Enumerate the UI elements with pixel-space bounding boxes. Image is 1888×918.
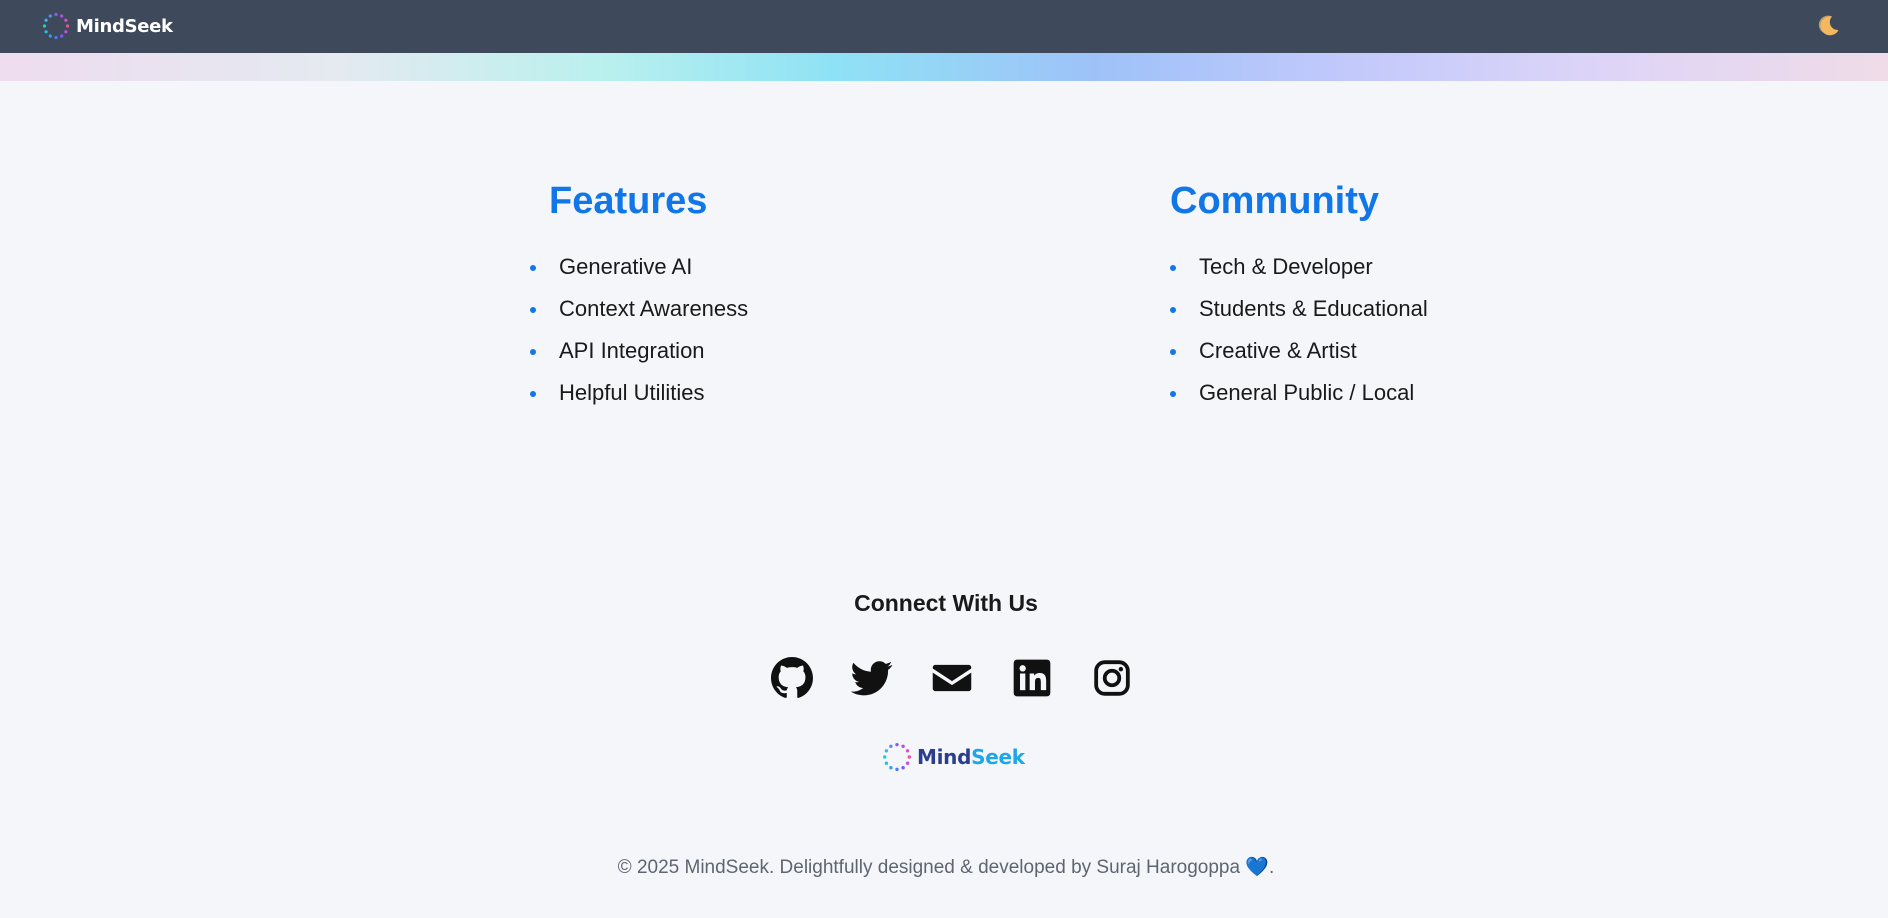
list-item: Generative AI: [530, 246, 748, 288]
list-item: Students & Educational: [1170, 288, 1428, 330]
social-links: [771, 657, 1133, 699]
mindseek-logo-icon: [882, 742, 912, 772]
list-item: Helpful Utilities: [530, 372, 748, 414]
community-section: Community Tech & Developer Students & Ed…: [1170, 178, 1428, 414]
linkedin-link[interactable]: [1011, 657, 1053, 699]
email-link[interactable]: [931, 657, 973, 699]
instagram-link[interactable]: [1091, 657, 1133, 699]
github-icon: [771, 657, 813, 698]
list-item: Creative & Artist: [1170, 330, 1428, 372]
list-item: Tech & Developer: [1170, 246, 1428, 288]
features-list: Generative AI Context Awareness API Inte…: [530, 246, 748, 414]
footer-logo: MindSeek: [882, 742, 1025, 772]
moon-icon: [1818, 15, 1839, 36]
header-gradient-banner: [0, 53, 1888, 81]
connect-heading: Connect With Us: [854, 590, 1038, 616]
features-section: Features Generative AI Context Awareness…: [530, 178, 748, 414]
community-list: Tech & Developer Students & Educational …: [1170, 246, 1428, 414]
copyright-label: © 2025 MindSeek. Delightfully designed &…: [617, 857, 1241, 878]
linkedin-icon: [1013, 659, 1051, 697]
instagram-icon: [1094, 660, 1130, 696]
brand-logo[interactable]: MindSeek: [42, 12, 173, 40]
twitter-icon: [851, 661, 893, 696]
footer-logo-text: MindSeek: [917, 745, 1025, 769]
features-heading: Features: [549, 180, 708, 222]
list-item: API Integration: [530, 330, 748, 372]
mindseek-logo-icon: [42, 12, 70, 40]
list-item: General Public / Local: [1170, 372, 1428, 414]
github-link[interactable]: [771, 657, 813, 699]
community-heading: Community: [1170, 180, 1379, 222]
logo-part-seek: Seek: [971, 745, 1025, 769]
heart-icon: 💙: [1245, 857, 1270, 878]
brand-name: MindSeek: [76, 15, 173, 37]
theme-toggle-button[interactable]: [1815, 12, 1843, 40]
logo-part-mind: Mind: [917, 745, 972, 769]
copyright-text: © 2025 MindSeek. Delightfully designed &…: [0, 855, 1888, 879]
copyright-trailing: .: [1269, 857, 1275, 878]
top-navbar: MindSeek: [0, 0, 1888, 53]
email-icon: [932, 664, 972, 692]
twitter-link[interactable]: [851, 657, 893, 699]
list-item: Context Awareness: [530, 288, 748, 330]
